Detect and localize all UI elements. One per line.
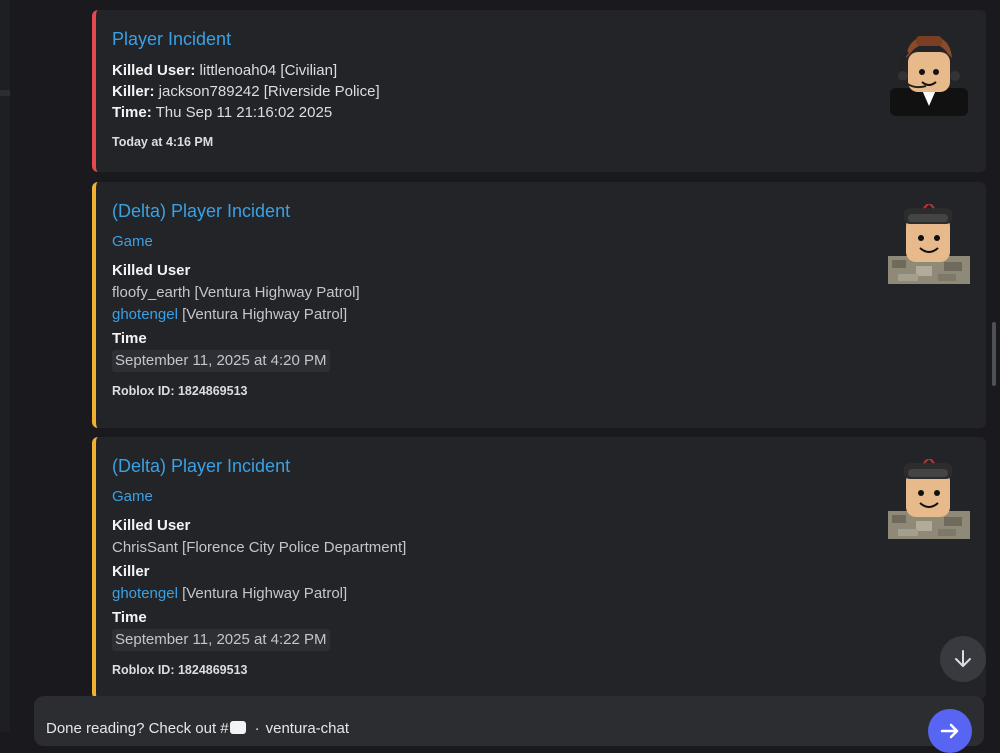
time-label: Time [112,609,147,626]
killer-line: Killer: jackson789242 [Riverside Police] [112,81,970,102]
killer-value: jackson789242 [Riverside Police] [154,83,380,100]
game-link[interactable]: Game [112,487,970,507]
timestamp-chip[interactable]: September 11, 2025 at 4:20 PM [112,350,330,372]
read-prompt-bar[interactable]: Done reading? Check out # · ventura-chat [34,696,984,746]
arrow-down-icon [955,650,971,667]
channel-link[interactable]: ventura-chat [266,720,349,737]
killed-user-value: littlenoah04 [Civilian] [195,62,338,79]
killed-user-line: Killed User: littlenoah04 [Civilian] [112,60,970,81]
time-line: Time: Thu Sep 11 21:16:02 2025 [112,102,970,123]
server-sidebar-edge [0,0,10,732]
jump-to-bottom-button[interactable] [940,636,986,682]
time-label: Time [112,330,147,347]
roblox-avatar-camo-icon[interactable] [886,456,972,545]
time-value: Thu Sep 11 21:16:02 2025 [151,104,333,121]
embed-footer: Today at 4:16 PM [112,135,214,149]
killed-user-value: ChrisSant [Florence City Police Departme… [112,539,407,556]
killed-user-label: Killed User [112,262,191,279]
embed-delta-player-incident: (Delta) Player Incident Game Killed User… [92,437,986,699]
embed-footer: Roblox ID: 1824869513 [112,663,248,677]
read-prompt-prefix: Done reading? Check out # [46,720,229,737]
killer-value: ghotengel [Ventura Highway Patrol] [112,304,970,326]
scrollbar-thumb[interactable] [992,322,996,386]
read-prompt-text: Done reading? Check out # · ventura-chat [46,720,349,737]
killer-link[interactable]: ghotengel [112,306,178,323]
embed-player-incident: Player Incident Killed User: littlenoah0… [92,10,986,172]
killer-label: Killer [112,563,150,580]
arrow-right-icon [940,723,959,739]
killer-label: Killer: [112,83,155,100]
time-label: Time: [112,104,152,121]
roblox-avatar-headset-icon[interactable] [886,32,972,118]
embed-title[interactable]: Player Incident [112,28,970,50]
embed-footer: Roblox ID: 1824869513 [112,384,248,398]
killer-link[interactable]: ghotengel [112,585,178,602]
game-link[interactable]: Game [112,232,970,252]
sidebar-divider [0,90,10,96]
timestamp-chip[interactable]: September 11, 2025 at 4:22 PM [112,629,330,651]
embed-delta-player-incident: (Delta) Player Incident Game Killed User… [92,182,986,428]
roblox-avatar-camo-icon[interactable] [886,201,972,290]
embed-title[interactable]: (Delta) Player Incident [112,455,970,477]
killed-user-value: floofy_earth [Ventura Highway Patrol] [112,284,360,301]
killer-value: ghotengel [Ventura Highway Patrol] [112,583,970,605]
embed-title[interactable]: (Delta) Player Incident [112,200,970,222]
killer-team: [Ventura Highway Patrol] [177,585,348,602]
separator-dot: · [254,720,260,737]
go-to-channel-button[interactable] [928,709,972,753]
chat-bubble-icon [229,721,246,734]
killed-user-label: Killed User [112,517,191,534]
killed-user-label: Killed User: [112,62,196,79]
killer-team: [Ventura Highway Patrol] [177,306,348,323]
